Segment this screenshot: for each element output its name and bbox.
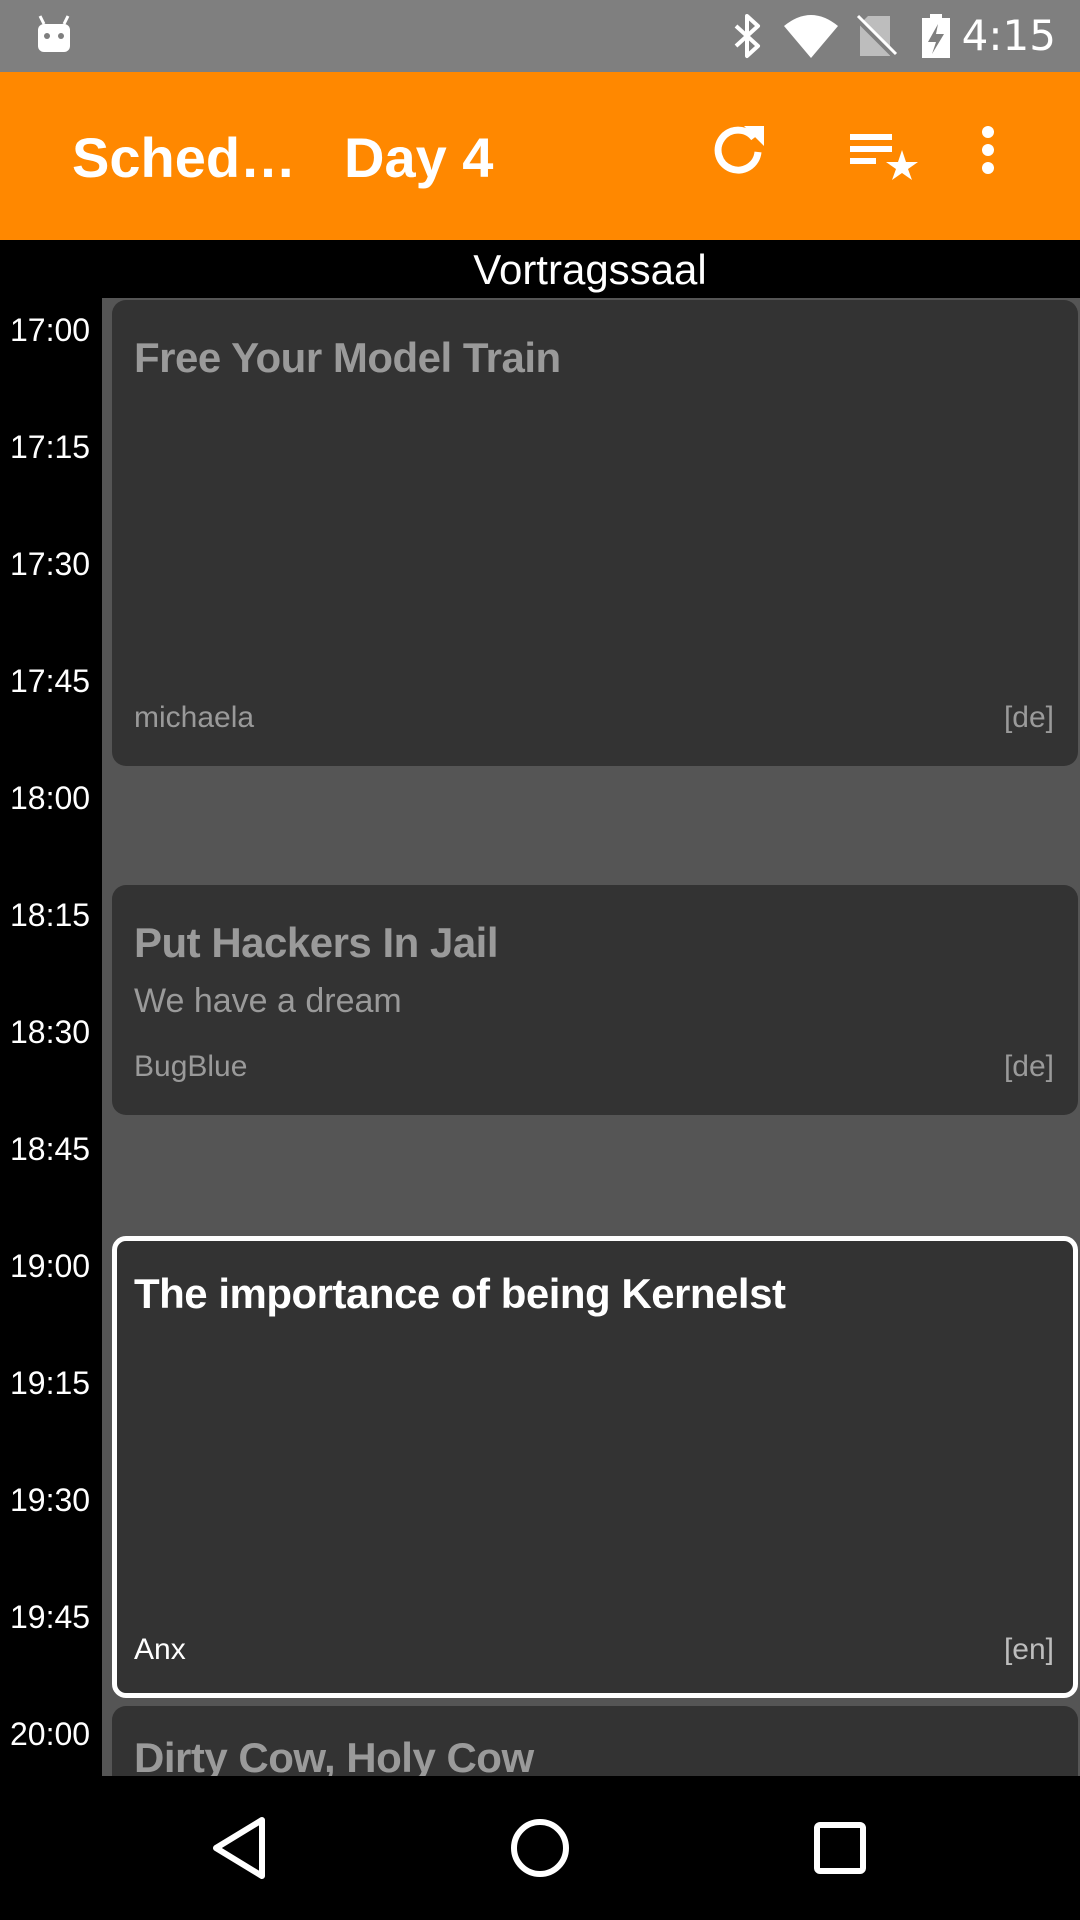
time-label: 18:15 — [10, 897, 91, 933]
status-bar: 4:15 — [0, 0, 1080, 72]
time-label: 19:45 — [10, 1599, 91, 1635]
time-label: 18:30 — [10, 1014, 91, 1050]
event-title: Put Hackers In Jail — [134, 919, 499, 966]
toolbar-title[interactable]: Sched… — [72, 126, 296, 190]
starred-list-button[interactable] — [846, 120, 926, 185]
schedule-view[interactable]: 17:00 17:15 17:30 17:45 18:00 18:15 18:3… — [0, 298, 1080, 1776]
overflow-menu-button[interactable] — [978, 120, 1050, 185]
refresh-button[interactable] — [708, 120, 768, 185]
recents-button[interactable] — [800, 1808, 880, 1888]
battery-charging-icon — [922, 14, 950, 58]
time-label: 17:00 — [10, 312, 91, 348]
event-speaker: michaela — [134, 701, 255, 734]
back-button[interactable] — [200, 1808, 280, 1888]
time-label: 18:45 — [10, 1131, 91, 1167]
recents-icon — [814, 1822, 866, 1874]
time-label: 17:30 — [10, 546, 91, 582]
overflow-menu-icon — [982, 126, 994, 174]
refresh-icon — [714, 126, 764, 174]
event-title: The importance of being Kernelst — [134, 1270, 786, 1317]
day-spinner[interactable]: Day 4 — [344, 126, 493, 190]
time-label: 20:00 — [10, 1716, 91, 1752]
home-icon — [511, 1819, 569, 1877]
time-label: 17:45 — [10, 663, 91, 699]
event-title: Dirty Cow, Holy Cow — [134, 1734, 534, 1776]
event-card[interactable]: Dirty Cow, Holy Cow — [112, 1706, 1078, 1776]
event-speaker: BugBlue — [134, 1050, 248, 1083]
bluetooth-icon — [734, 14, 760, 58]
event-card[interactable]: Put Hackers In Jail We have a dream BugB… — [112, 885, 1078, 1115]
wifi-icon — [784, 15, 838, 58]
event-subtitle: We have a dream — [134, 982, 402, 1020]
event-language: [de] — [1003, 701, 1054, 734]
time-column: 17:00 17:15 17:30 17:45 18:00 18:15 18:3… — [0, 298, 102, 1776]
back-icon — [213, 1817, 265, 1879]
room-name: Vortragssaal — [473, 246, 707, 293]
time-label: 19:00 — [10, 1248, 91, 1284]
time-label: 18:00 — [10, 780, 91, 816]
room-column: Free Your Model Train michaela [de] Put … — [102, 298, 1080, 1776]
no-sim-icon — [856, 14, 898, 60]
android-debug-icon — [38, 15, 70, 52]
time-label: 19:15 — [10, 1365, 91, 1401]
starred-list-icon — [850, 134, 918, 180]
home-button[interactable] — [500, 1808, 580, 1888]
status-clock: 4:15 — [961, 11, 1056, 60]
event-title: Free Your Model Train — [134, 334, 561, 381]
event-speaker: Anx — [134, 1633, 186, 1666]
time-label: 17:15 — [10, 429, 91, 465]
event-language: [en] — [1003, 1633, 1054, 1666]
event-card-highlighted[interactable]: The importance of being Kernelst Anx [en… — [112, 1236, 1078, 1698]
navigation-bar — [0, 1776, 1080, 1920]
event-card[interactable]: Free Your Model Train michaela [de] — [112, 300, 1078, 766]
room-header: Vortragssaal — [0, 240, 1080, 298]
event-language: [de] — [1003, 1050, 1054, 1083]
time-label: 19:30 — [10, 1482, 91, 1518]
